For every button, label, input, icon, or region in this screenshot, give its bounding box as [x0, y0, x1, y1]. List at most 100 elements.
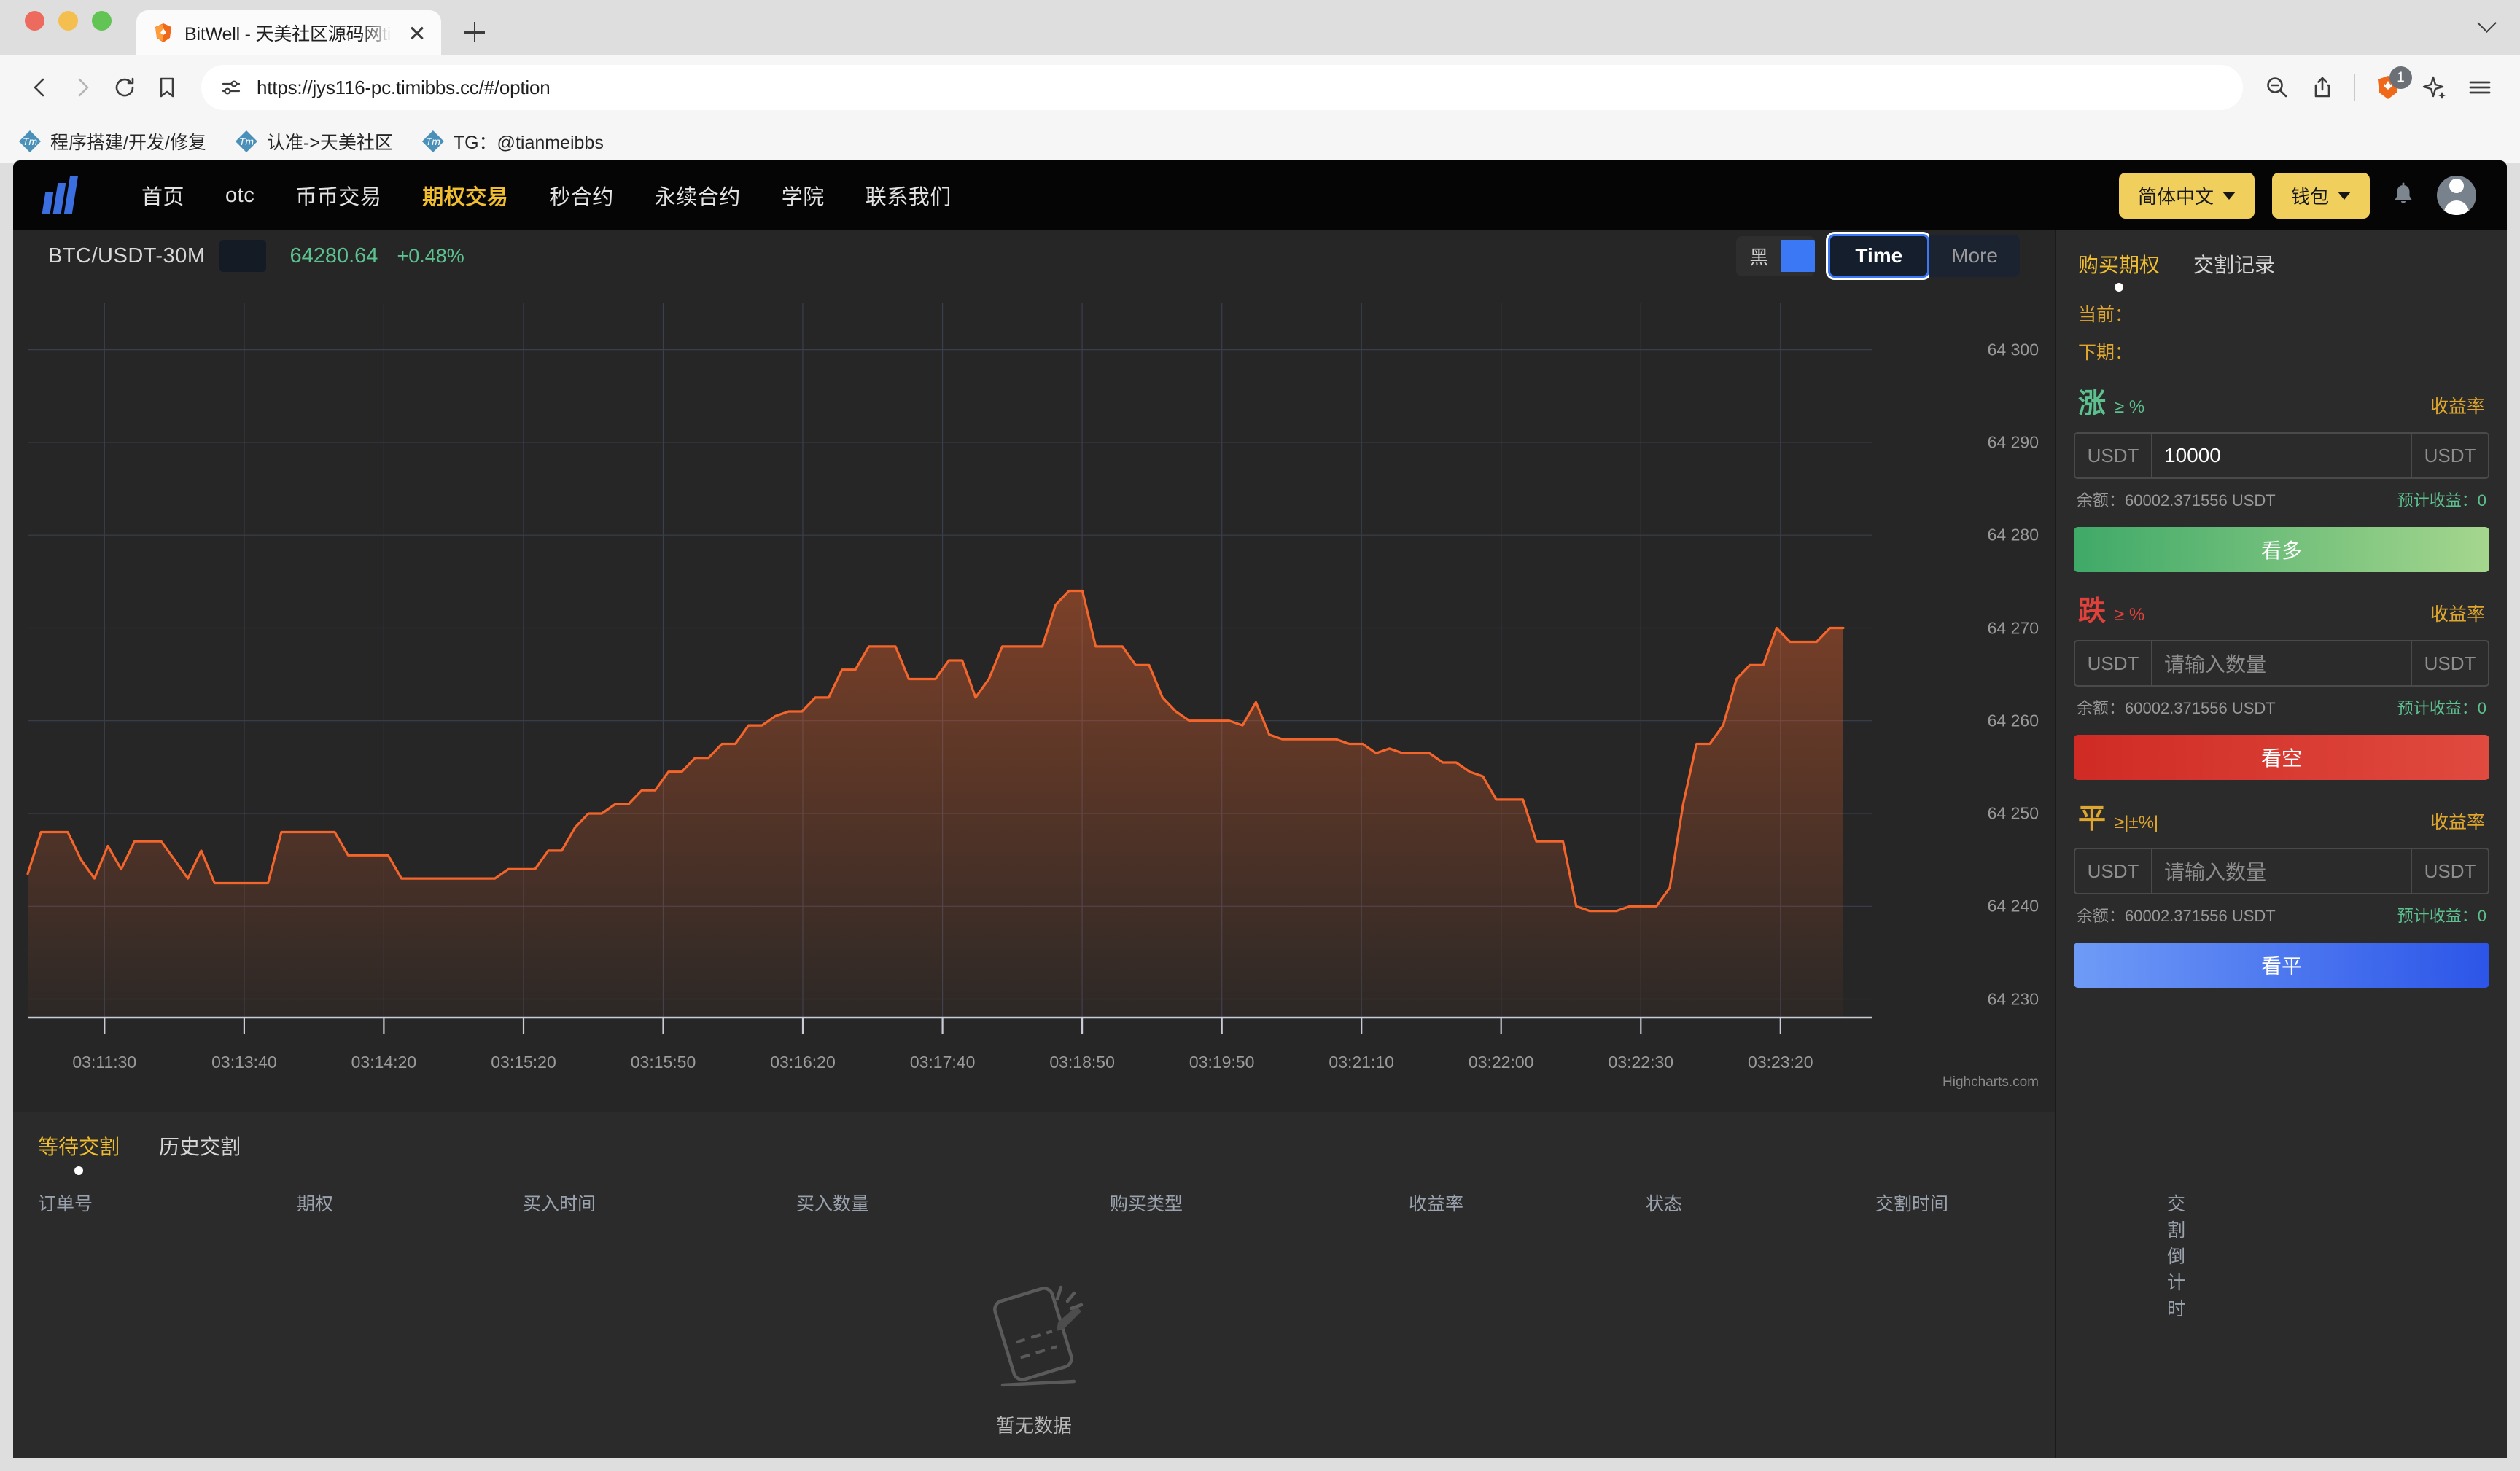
chart-header: BTC/USDT-30M 64280.64 +0.48% 黑 Time More [13, 230, 2055, 281]
amount-input[interactable]: 请输入数量 [2152, 849, 2411, 893]
column-header-购买类型: 购买类型 [1110, 1194, 1183, 1214]
column-header-交割倒计时: 交割倒计时 [2167, 1194, 2186, 1319]
notifications-button[interactable] [2387, 179, 2419, 211]
chart-type-more-button[interactable]: More [1929, 235, 2020, 277]
bookmark-label: 程序搭建/开发/修复 [50, 133, 206, 153]
x-axis-tick: 03:18:50 [1049, 1053, 1115, 1072]
orders-table-header: 订单号 期权 买入时间 买入数量 购买类型 收益率 状态 交割时间 交割倒计时 [13, 1171, 2185, 1319]
orders-tab-等待交割[interactable]: 等待交割 [38, 1131, 120, 1171]
amount-input[interactable]: 10000 [2152, 434, 2411, 477]
amount-input-row[interactable]: USDT 10000 USDT [2074, 432, 2489, 479]
section-header: 平 ≥|±%| 收益率 [2074, 796, 2489, 836]
chart-svg [26, 303, 1872, 1034]
zoom-out-icon[interactable] [2256, 66, 2298, 109]
chevron-down-icon [2222, 191, 2236, 200]
chart-type-time-button[interactable]: Time [1826, 232, 1932, 280]
x-axis-tick: 03:22:30 [1608, 1053, 1674, 1072]
currency-suffix: USDT [2411, 849, 2488, 893]
amount-input-row[interactable]: USDT 请输入数量 USDT [2074, 640, 2489, 687]
trade-sections: 涨 ≥ % 收益率 USDT 10000 USDT 余额：60002.371556 USDT… [2074, 381, 2489, 988]
nav-link-期权交易[interactable]: 期权交易 [402, 180, 529, 211]
maximize-window-button[interactable] [92, 10, 112, 31]
direction-label: 跌 [2078, 596, 2107, 627]
bookmarks-bar: Tm 程序搭建/开发/修复 Tm 认准->天美社区 Tm TG：@tianmeibbs [0, 120, 2520, 163]
yield-rate-label: 收益率 [2430, 604, 2485, 625]
nav-link-秒合约[interactable]: 秒合约 [529, 180, 634, 211]
browser-menu-button[interactable] [2459, 66, 2501, 109]
share-icon[interactable] [2301, 66, 2344, 109]
leo-ai-icon[interactable] [2414, 66, 2456, 109]
y-axis-tick: 64 250 [1987, 803, 2039, 823]
action-button-up[interactable]: 看多 [2074, 527, 2489, 572]
column-header-收益率: 收益率 [1409, 1194, 1464, 1214]
wallet-menu[interactable]: 钱包 [2271, 172, 2370, 219]
theme-color-swatch[interactable] [1781, 240, 1816, 272]
chart-plot-area[interactable]: 64 230 64 240 64 250 64 260 64 270 64 280 64 2… [13, 281, 2055, 1112]
nav-link-联系我们[interactable]: 联系我们 [845, 180, 972, 211]
nav-link-首页[interactable]: 首页 [121, 180, 205, 211]
nav-link-永续合约[interactable]: 永续合约 [634, 180, 761, 211]
y-axis-tick: 64 290 [1987, 432, 2039, 452]
address-bar[interactable]: https://jys116-pc.timibbs.cc/#/option [201, 65, 2243, 110]
bookmark-icon[interactable] [146, 66, 188, 109]
bookmark-item[interactable]: Tm TG：@tianmeibbs [421, 128, 604, 155]
forward-button[interactable] [61, 66, 104, 109]
bookmark-item[interactable]: Tm 程序搭建/开发/修复 [19, 128, 206, 155]
column-header-期权: 期权 [297, 1194, 334, 1214]
reload-button[interactable] [104, 66, 146, 109]
primary-nav: 首页 otc 币币交易 期权交易 秒合约 永续合约 学院 联系我们 [121, 180, 972, 211]
x-axis-tick: 03:19:50 [1189, 1053, 1255, 1072]
x-axis-tick: 03:22:00 [1468, 1053, 1534, 1072]
condition-label: ≥ % [2115, 605, 2145, 625]
amount-input-row[interactable]: USDT 请输入数量 USDT [2074, 848, 2489, 894]
main-body: BTC/USDT-30M 64280.64 +0.48% 黑 Time More [13, 230, 2507, 1458]
empty-state-text: 暂无数据 [995, 1415, 1072, 1437]
minimize-window-button[interactable] [58, 10, 78, 31]
action-button-flat[interactable]: 看平 [2074, 943, 2489, 988]
section-header: 涨 ≥ % 收益率 [2074, 381, 2489, 421]
chevron-down-icon[interactable] [2475, 9, 2500, 34]
new-tab-button[interactable] [454, 12, 495, 52]
amount-input[interactable]: 请输入数量 [2152, 641, 2411, 685]
currency-prefix: USDT [2075, 641, 2152, 685]
bookmark-item[interactable]: Tm 认准->天美社区 [235, 128, 393, 155]
browser-toolbar: https://jys116-pc.timibbs.cc/#/option 1 [0, 55, 2520, 120]
back-button[interactable] [19, 66, 61, 109]
close-tab-button[interactable] [405, 20, 429, 45]
orders-tab-历史交割[interactable]: 历史交割 [159, 1131, 241, 1171]
tab-title: BitWell - 天美社区源码网timib [184, 24, 394, 44]
x-axis-tick: 03:23:20 [1748, 1053, 1813, 1072]
user-avatar[interactable] [2437, 176, 2476, 215]
nav-link-学院[interactable]: 学院 [761, 180, 845, 211]
language-label: 简体中文 [2137, 185, 2214, 208]
trade-tab-购买期权[interactable]: 购买期权 [2078, 249, 2160, 289]
x-axis-tick: 03:21:10 [1329, 1053, 1394, 1072]
direction-label: 涨 [2078, 389, 2107, 419]
price-chart-panel: BTC/USDT-30M 64280.64 +0.48% 黑 Time More [13, 230, 2055, 1112]
browser-tab[interactable]: BitWell - 天美社区源码网timib [136, 10, 441, 55]
language-selector[interactable]: 简体中文 [2118, 172, 2255, 219]
close-window-button[interactable] [25, 10, 44, 31]
column-header-买入时间: 买入时间 [523, 1194, 596, 1214]
current-period-label: 当前： [2078, 305, 2134, 325]
nav-link-币币交易[interactable]: 币币交易 [275, 180, 402, 211]
action-button-down[interactable]: 看空 [2074, 735, 2489, 780]
trade-tab-交割记录[interactable]: 交割记录 [2193, 249, 2275, 289]
x-axis-tick: 03:13:40 [211, 1053, 277, 1072]
highcharts-credit[interactable]: Highcharts.com [1942, 1074, 2039, 1090]
nav-link-otc[interactable]: otc [205, 184, 275, 208]
currency-suffix: USDT [2411, 641, 2488, 685]
y-axis-labels: 64 230 64 240 64 250 64 260 64 270 64 280 64 2… [1929, 281, 2039, 1112]
site-navbar: 首页 otc 币币交易 期权交易 秒合约 永续合约 学院 联系我们 简体中文 钱包 [13, 160, 2507, 230]
navbar-actions: 简体中文 钱包 [2118, 172, 2476, 219]
theme-toggle-group[interactable]: 黑 [1736, 235, 1816, 276]
brave-shields-button[interactable]: 1 [2365, 65, 2412, 110]
bitwell-logo-icon[interactable] [42, 176, 86, 214]
x-axis-labels: 03:11:30 03:13:40 03:14:20 03:15:20 03:15:50… [13, 1053, 2055, 1074]
chart-toolbar: 黑 Time More [1736, 232, 2020, 280]
symbol-badge [219, 240, 267, 272]
next-period-label: 下期： [2078, 343, 2134, 363]
trade-section-flat: 平 ≥|±%| 收益率 USDT 请输入数量 USDT 余额：60002.371556 US… [2074, 796, 2489, 988]
trade-section-up: 涨 ≥ % 收益率 USDT 10000 USDT 余额：60002.371556 USDT… [2074, 381, 2489, 572]
url-text: https://jys116-pc.timibbs.cc/#/option [257, 76, 551, 98]
